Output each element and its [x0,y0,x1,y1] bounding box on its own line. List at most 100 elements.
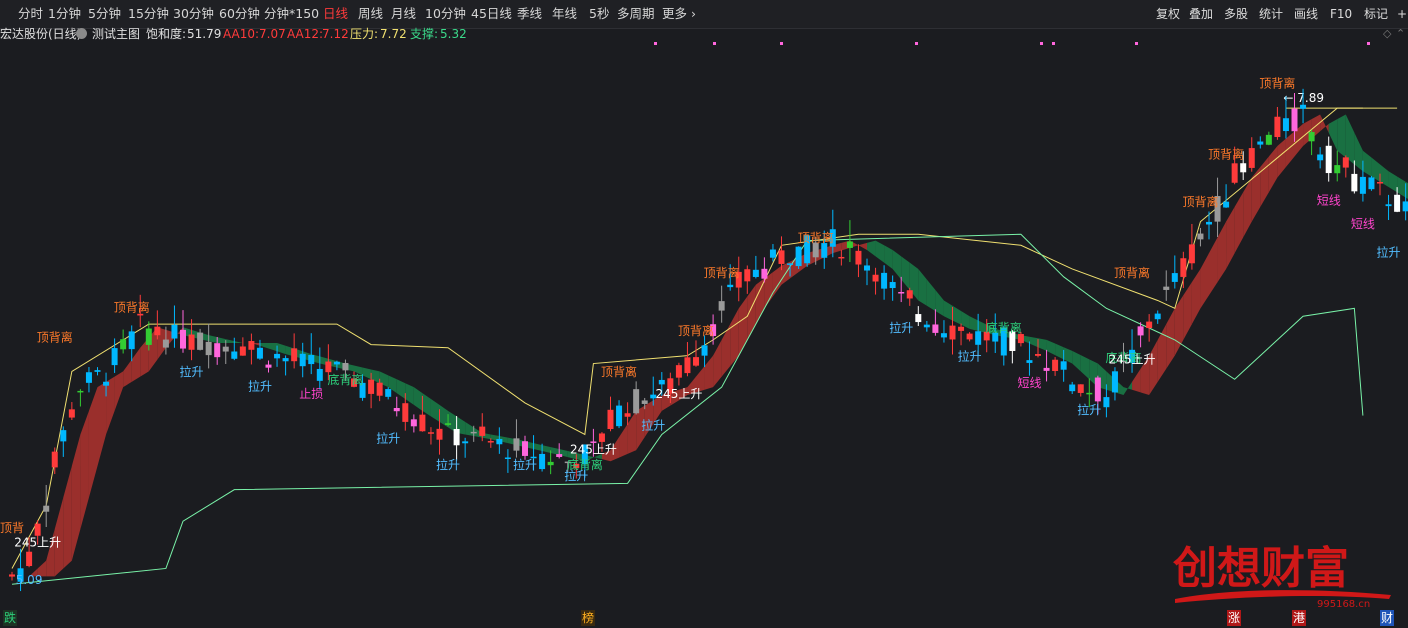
support-label: 支撑: [410,27,439,41]
period-tab-4[interactable]: 30分钟 [173,0,214,28]
bottom-marker-1[interactable]: 榜 [581,610,596,626]
candle-body [180,329,186,349]
annotation-label: 顶背离 [114,300,150,315]
stock-title: 宏达股份(日线) [0,27,82,41]
annotation-label: 拉升 [1377,244,1401,259]
period-tab-15[interactable]: 多周期 [617,0,655,28]
period-tab-9[interactable]: 月线 [391,0,416,28]
candle-body [410,419,417,427]
tool-button-7[interactable]: +自 [1397,0,1408,28]
period-tab-16[interactable]: 更多 › [662,0,696,28]
band-segment [1166,308,1175,369]
candle-body [787,263,794,265]
candle-body [838,256,845,259]
tool-button-0[interactable]: 复权 [1156,0,1180,28]
annotation-label: 短线 [1351,217,1375,231]
annotation-label: 245上升 [14,535,61,549]
candle-body [1188,244,1195,264]
candle-body [368,379,375,394]
candle-body [308,355,315,365]
aa12-label: AA12: [287,27,324,41]
indicator-name[interactable]: 测试主图 [92,26,140,42]
band-segment [1226,206,1235,269]
candle-body [1265,134,1272,145]
annotation-label: 拉升 [958,348,982,363]
band-segment [619,423,628,458]
candle-body [675,365,682,378]
candle-body [1206,221,1212,225]
period-tab-11[interactable]: 45日线 [471,0,512,28]
tool-button-4[interactable]: 画线 [1294,0,1318,28]
candle-body [701,345,708,356]
period-tab-7[interactable]: 日线 [323,0,348,28]
candle-body [376,382,383,396]
tool-button-6[interactable]: 标记 [1364,0,1388,28]
candle-body [778,250,785,264]
candle-body [162,339,169,348]
bottom-marker-4[interactable]: 财 [1380,610,1395,626]
tool-button-2[interactable]: 多股 [1224,0,1248,28]
signal-dot [780,42,783,45]
diamond-icon[interactable]: ◇ [1383,26,1391,42]
period-tab-3[interactable]: 15分钟 [128,0,169,28]
period-tab-14[interactable]: 5秒 [589,0,609,28]
annotation-labels: 顶背离顶背离拉升拉升止损底背离拉升拉升 拉升245上升底背离拉升顶背离245上升拉… [0,76,1401,588]
period-tab-5[interactable]: 60分钟 [219,0,260,28]
candlestick-chart[interactable]: ← 7.89 顶背离顶背离拉升拉升止损底背离拉升拉升 拉升245上升底背离拉升顶背… [0,42,1408,608]
tool-button-3[interactable]: 统计 [1259,0,1283,28]
bottom-marker-0[interactable]: 跌 [3,610,18,626]
period-tab-6[interactable]: 分钟*150 [264,0,319,28]
aa10-value: 7.07 [259,27,286,41]
candle-body [120,339,127,350]
band-segment [234,341,243,344]
band-segment [858,242,867,251]
annotation-label: 拉升 [641,418,665,433]
candle-body [761,268,768,279]
period-tab-2[interactable]: 5分钟 [88,0,121,28]
band-segment [1183,282,1192,340]
candle-body [1402,201,1408,212]
period-tab-8[interactable]: 周线 [358,0,383,28]
candle-body [470,431,477,434]
band-segment [550,447,560,455]
period-tab-13[interactable]: 年线 [552,0,577,28]
signal-dot [654,42,657,45]
bottom-marker-3[interactable]: 港 [1292,610,1307,626]
band-segment [1063,347,1073,364]
candle-body [1385,204,1392,207]
candle-body [547,461,554,466]
candle-body [633,389,640,414]
candle-body [795,246,802,267]
band-segment [208,335,218,344]
candle-body [616,405,623,427]
candle-body [1231,163,1238,183]
annotation-label: 底背离 [986,320,1022,335]
candle-body [188,334,195,350]
candle-body [898,292,905,294]
annotation-label: 顶背离 [678,323,714,338]
band-segment [1123,381,1133,396]
candle-body [111,348,118,366]
period-tab-0[interactable]: 分时 [18,0,43,28]
tool-button-1[interactable]: 叠加 [1189,0,1213,28]
period-tab-1[interactable]: 1分钟 [48,0,81,28]
candle-body [641,400,648,404]
candle-body [718,301,725,311]
period-tab-12[interactable]: 季线 [517,0,542,28]
candle-body [103,381,110,386]
annotation-label: 顶背离 [1208,147,1244,162]
candle-body [1086,392,1093,395]
candle-body [256,347,263,359]
band-segment [542,445,551,453]
period-tab-10[interactable]: 10分钟 [425,0,466,28]
candle-body [299,353,306,367]
settings-icon[interactable] [76,28,87,39]
annotation-label: 245上升 [655,387,702,401]
chevron-up-icon[interactable]: ⌃ [1396,26,1405,42]
tool-button-5[interactable]: F10 [1330,0,1352,28]
bottom-marker-2[interactable]: 涨 [1227,610,1242,626]
candle-body [462,441,469,444]
candle-body [274,353,281,359]
band-segment [892,250,902,280]
candle-body [419,414,426,432]
